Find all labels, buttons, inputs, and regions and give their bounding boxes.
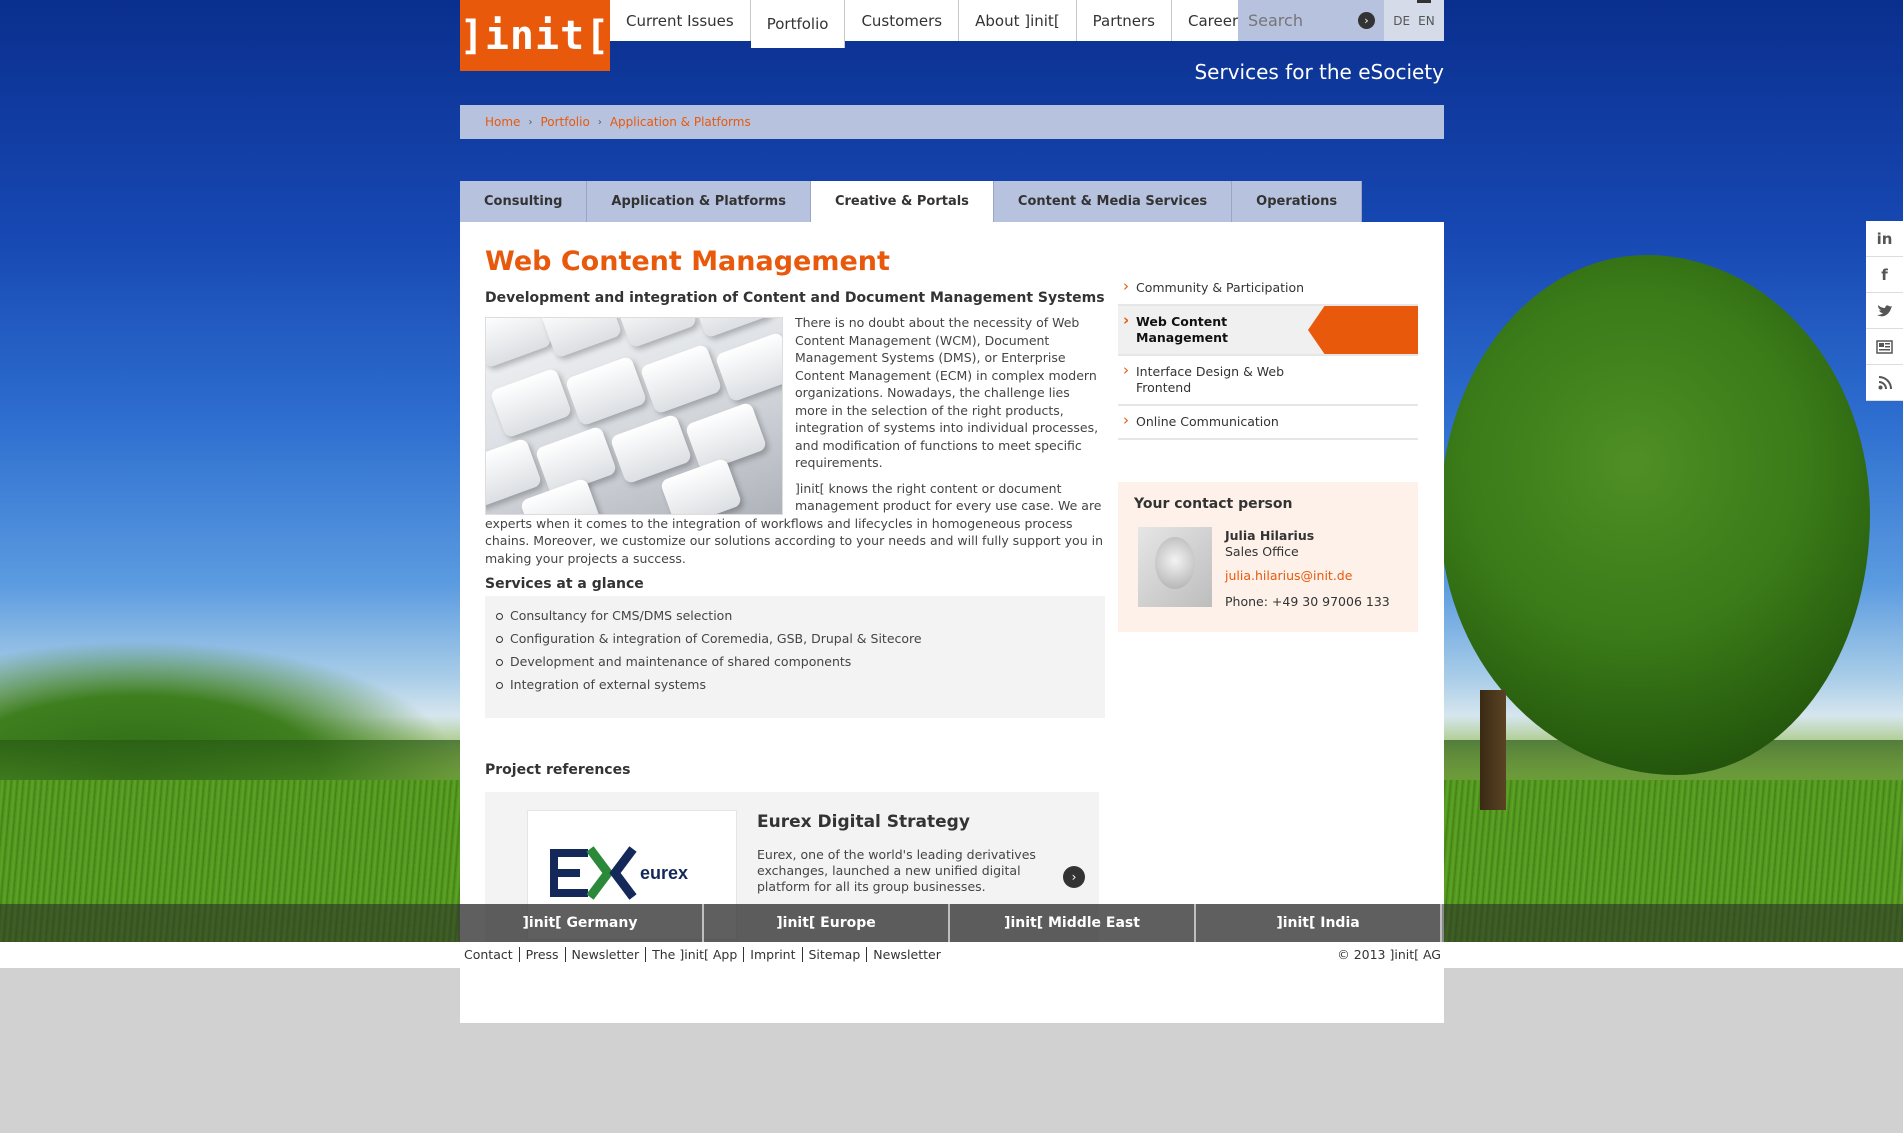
linkedin-icon[interactable]: in — [1866, 221, 1903, 257]
breadcrumb-home[interactable]: Home — [485, 115, 520, 129]
social-bar: in f — [1866, 221, 1903, 401]
portfolio-tabs: Consulting Application & Platforms Creat… — [460, 181, 1363, 222]
reference-description: Eurex, one of the world's leading deriva… — [757, 847, 1036, 894]
tab-consulting[interactable]: Consulting — [460, 181, 588, 222]
services-heading: Services at a glance — [485, 576, 644, 592]
lang-de[interactable]: DE — [1393, 14, 1410, 28]
rss-icon[interactable] — [1866, 365, 1903, 401]
office-europe[interactable]: ]init[ Europe — [704, 904, 950, 942]
breadcrumb: Home › Portfolio › Application & Platfor… — [460, 105, 1444, 139]
search-input[interactable] — [1248, 11, 1358, 30]
footer-link-newsletter-2[interactable]: Newsletter — [867, 947, 947, 962]
facebook-icon[interactable]: f — [1866, 257, 1903, 293]
sidebar-item-online-communication[interactable]: Online Communication — [1118, 406, 1418, 440]
page-title: Web Content Management — [485, 246, 890, 277]
contact-info: Julia Hilarius Sales Office julia.hilari… — [1225, 528, 1390, 610]
breadcrumb-portfolio[interactable]: Portfolio — [540, 115, 589, 129]
office-germany[interactable]: ]init[ Germany — [458, 904, 704, 942]
sidebar-item-label: Interface Design & Web Frontend — [1136, 364, 1285, 395]
contact-email-link[interactable]: julia.hilarius@init.de — [1225, 568, 1390, 584]
background-tree-trunk — [1480, 690, 1506, 810]
footer-link-press[interactable]: Press — [520, 947, 566, 962]
sidebar-item-web-content-management[interactable]: Web Content Management — [1118, 306, 1418, 356]
office-india[interactable]: ]init[ India — [1196, 904, 1442, 942]
footer-link-imprint[interactable]: Imprint — [744, 947, 803, 962]
sidebar-navigation: Community & Participation Web Content Ma… — [1118, 272, 1418, 440]
tab-content-media[interactable]: Content & Media Services — [993, 181, 1233, 222]
nav-about[interactable]: About ]init[ — [959, 0, 1077, 41]
nav-customers[interactable]: Customers — [845, 0, 960, 41]
breadcrumb-separator-icon: › — [528, 116, 533, 128]
contact-photo — [1138, 527, 1212, 607]
language-switcher: DE EN — [1384, 0, 1444, 41]
reference-title[interactable]: Eurex Digital Strategy — [757, 812, 970, 832]
contact-box: Your contact person Julia Hilarius Sales… — [1118, 482, 1418, 632]
sidebar-item-interface-design[interactable]: Interface Design & Web Frontend — [1118, 356, 1418, 406]
list-item: Development and maintenance of shared co… — [496, 654, 1105, 677]
svg-text:eurex: eurex — [640, 863, 688, 883]
next-reference-arrow-icon[interactable]: › — [1063, 866, 1085, 888]
breadcrumb-separator-icon: › — [597, 116, 602, 128]
init-logo[interactable]: ]init[ — [460, 0, 610, 71]
content-area: Web Content Management Development and i… — [460, 222, 1444, 1023]
search-submit-icon[interactable]: › — [1358, 12, 1375, 29]
footer-link-sitemap[interactable]: Sitemap — [803, 947, 868, 962]
lang-en[interactable]: EN — [1418, 14, 1435, 28]
copyright: © 2013 ]init[ AG — [1337, 947, 1441, 962]
page-subtitle: Development and integration of Content a… — [485, 290, 1105, 306]
list-item: Consultancy for CMS/DMS selection — [496, 608, 1105, 631]
breadcrumb-current[interactable]: Application & Platforms — [610, 115, 751, 129]
offices-bar: ]init[ Germany ]init[ Europe ]init[ Midd… — [0, 904, 1903, 942]
keyboard-image — [485, 317, 783, 515]
office-middle-east[interactable]: ]init[ Middle East — [950, 904, 1196, 942]
page-container: ]init[ Current Issues Portfolio Customer… — [460, 0, 1444, 1023]
list-item: Configuration & integration of Coremedia… — [496, 631, 1105, 654]
sidebar-item-label: Web Content Management — [1136, 314, 1229, 345]
tab-application-platforms[interactable]: Application & Platforms — [587, 181, 811, 222]
sidebar: Community & Participation Web Content Ma… — [1118, 272, 1418, 632]
sidebar-item-community[interactable]: Community & Participation — [1118, 272, 1418, 306]
twitter-icon[interactable] — [1866, 293, 1903, 329]
tagline: Services for the eSociety — [1194, 60, 1444, 84]
news-icon[interactable] — [1866, 329, 1903, 365]
footer: Contact Press Newsletter The ]init[ App … — [460, 942, 1444, 1023]
references-heading: Project references — [485, 762, 631, 778]
footer-link-contact[interactable]: Contact — [464, 947, 520, 962]
tab-creative-portals[interactable]: Creative & Portals — [810, 181, 994, 222]
nav-current-issues[interactable]: Current Issues — [610, 0, 751, 41]
contact-role: Sales Office — [1225, 544, 1299, 559]
contact-name: Julia Hilarius — [1225, 528, 1315, 543]
footer-links: Contact Press Newsletter The ]init[ App … — [464, 947, 947, 962]
main-navigation: Current Issues Portfolio Customers About… — [610, 0, 1256, 48]
list-item: Integration of external systems — [496, 677, 1105, 700]
footer-link-newsletter[interactable]: Newsletter — [566, 947, 647, 962]
contact-heading: Your contact person — [1134, 496, 1293, 512]
nav-partners[interactable]: Partners — [1076, 0, 1173, 41]
services-list: Consultancy for CMS/DMS selection Config… — [485, 596, 1105, 718]
tab-operations[interactable]: Operations — [1232, 181, 1363, 222]
nav-portfolio[interactable]: Portfolio — [750, 0, 846, 48]
footer-link-app[interactable]: The ]init[ App — [646, 947, 745, 962]
contact-phone: Phone: +49 30 97006 133 — [1225, 594, 1390, 609]
search-box: › — [1238, 0, 1384, 41]
